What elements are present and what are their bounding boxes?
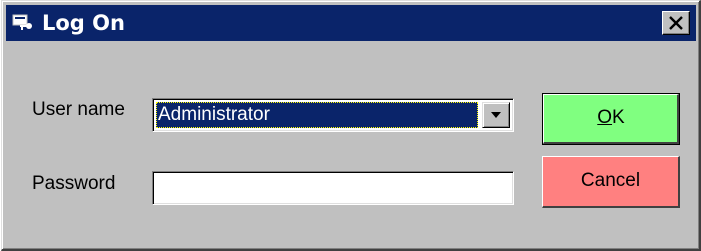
ok-button[interactable]: OK (542, 93, 680, 145)
cancel-button[interactable]: Cancel (542, 156, 680, 208)
key-window-icon (12, 13, 34, 31)
ok-button-label: OK (597, 107, 624, 128)
title-bar[interactable]: Log On (6, 5, 696, 41)
username-combobox[interactable]: Administrator (152, 98, 514, 132)
username-selected-value[interactable]: Administrator (156, 102, 478, 128)
cancel-button-label: Cancel (580, 170, 641, 191)
password-field[interactable] (152, 171, 514, 205)
ok-label-rest: K (612, 107, 625, 128)
password-label: Password (32, 173, 116, 194)
window-title: Log On (42, 11, 125, 35)
log-on-dialog: Log On User name Administrator Password … (1, 0, 701, 251)
ok-accelerator-letter: O (597, 107, 613, 128)
close-button[interactable] (662, 11, 690, 35)
username-dropdown-button[interactable] (482, 102, 510, 128)
username-label: User name (32, 99, 125, 120)
